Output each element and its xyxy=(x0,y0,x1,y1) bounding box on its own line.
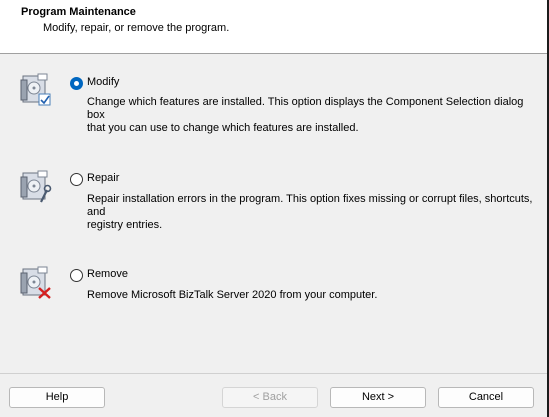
repair-label[interactable]: Repair xyxy=(87,172,119,184)
remove-icon xyxy=(20,266,51,299)
remove-description: Remove Microsoft BizTalk Server 2020 fro… xyxy=(87,289,537,302)
page-subtitle: Modify, repair, or remove the program. xyxy=(43,22,230,34)
footer-divider xyxy=(0,373,547,374)
help-button[interactable]: Help xyxy=(9,387,105,408)
remove-label[interactable]: Remove xyxy=(87,268,128,280)
repair-description: Repair installation errors in the progra… xyxy=(87,193,537,232)
back-button[interactable]: < Back xyxy=(222,387,318,408)
remove-radio[interactable] xyxy=(70,269,83,282)
page-title: Program Maintenance xyxy=(21,6,136,18)
modify-description-line: Change which features are installed. Thi… xyxy=(87,96,524,121)
modify-description: Change which features are installed. Thi… xyxy=(87,96,537,135)
repair-radio[interactable] xyxy=(70,173,83,186)
header-banner: Program Maintenance Modify, repair, or r… xyxy=(0,0,549,54)
modify-radio[interactable] xyxy=(70,77,83,90)
modify-icon xyxy=(20,73,51,106)
cancel-button[interactable]: Cancel xyxy=(438,387,534,408)
repair-icon xyxy=(20,170,52,203)
modify-label[interactable]: Modify xyxy=(87,76,119,88)
repair-description-line: Repair installation errors in the progra… xyxy=(87,193,533,218)
repair-description-line: registry entries. xyxy=(87,219,163,231)
next-button[interactable]: Next > xyxy=(330,387,426,408)
remove-description-line: Remove Microsoft BizTalk Server 2020 fro… xyxy=(87,289,378,301)
modify-description-line: that you can use to change which feature… xyxy=(87,122,359,134)
